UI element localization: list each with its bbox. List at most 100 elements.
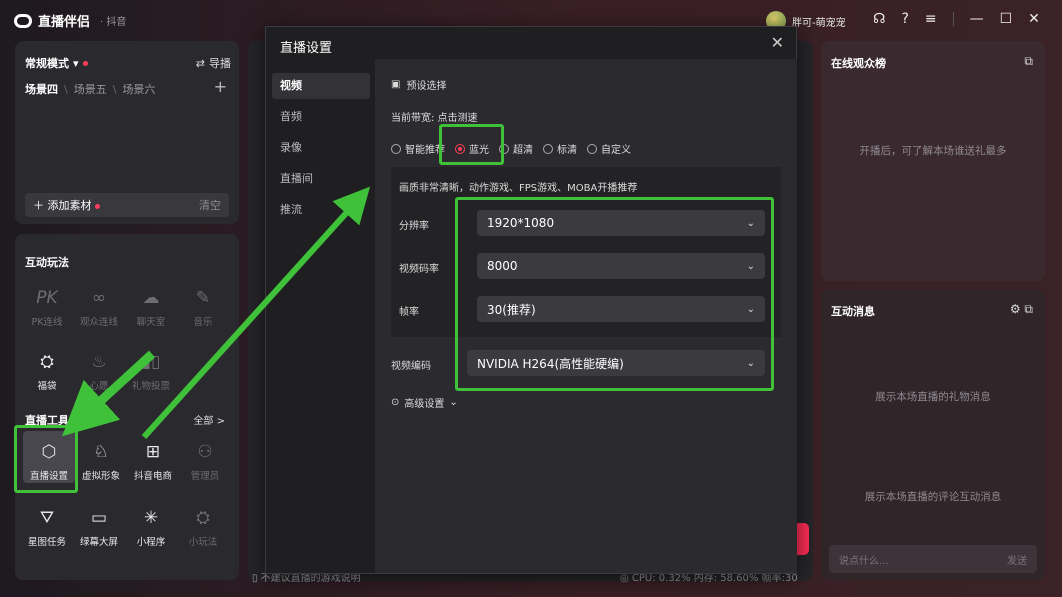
caret-down-icon[interactable]: ▾	[73, 57, 79, 70]
lucky-bag-icon: ⛭	[40, 352, 54, 372]
chevron-down-icon: ⌄	[746, 303, 755, 315]
app-name: 直播伴侣	[38, 15, 91, 30]
add-material-button[interactable]: ＋ 添加素材	[33, 197, 100, 213]
green-screen-button[interactable]: ▭ 绿幕大屏	[73, 506, 125, 548]
resolution-label: 分辨率	[399, 221, 429, 232]
nav-recording[interactable]: 录像	[272, 135, 370, 161]
viewer-rank-title: 在线观众榜	[831, 57, 886, 70]
comment-message-hint: 展示本场直播的评论互动消息	[864, 491, 1002, 503]
resolution-select[interactable]: 1920*1080 ⌄	[477, 210, 765, 236]
avatar-icon: ♘	[93, 442, 109, 462]
interaction-panel: 互动玩法 PK PK连线 ∞ 观众连线 ☁ 聊天室 ✎ 音乐 ⛭ 福袋 ♨ 心愿…	[15, 234, 239, 580]
bitrate-value: 8000	[487, 259, 518, 273]
lucky-bag-button[interactable]: ⛭ 福袋	[21, 350, 73, 392]
quality-option-standard[interactable]: 标清	[543, 141, 577, 156]
scene-tab-4[interactable]: 场景四	[25, 81, 58, 97]
quality-description: 画质非常清晰，动作游戏、FPS游戏、MOBA开播推荐	[399, 183, 638, 194]
nav-audio[interactable]: 音频	[272, 104, 370, 130]
encoder-select[interactable]: NVIDIA H264(高性能硬编) ⌄	[467, 350, 765, 376]
add-material-bar: ＋ 添加素材 清空	[25, 193, 229, 217]
user-name[interactable]: 胖可-萌宠宠	[792, 14, 846, 29]
close-window-icon[interactable]: ✕	[1028, 11, 1040, 27]
admin-icon: ⚇	[197, 442, 213, 462]
video-settings-body: ▣ 预设选择 当前带宽: 点击测速 智能推荐 蓝光 超清 标清 自定义 画质非常…	[375, 59, 797, 573]
chevron-down-icon: ⌄	[746, 217, 755, 229]
messages-panel: 互动消息 ⚙ ⧉ 展示本场直播的礼物消息 展示本场直播的评论互动消息 说点什么.…	[821, 289, 1045, 580]
mini-program-button[interactable]: ✳ 小程序	[125, 506, 177, 548]
link-icon: ∞	[91, 288, 107, 308]
chevron-down-icon: ⌄	[746, 260, 755, 272]
nav-streaming[interactable]: 推流	[272, 197, 370, 223]
quality-detail-panel: 画质非常清晰，动作游戏、FPS游戏、MOBA开播推荐 分辨率 1920*1080…	[391, 167, 781, 337]
logo-icon	[14, 13, 32, 28]
viewer-rank-hint: 开播后，可了解本场谁送礼最多	[859, 145, 1007, 157]
preset-icon: ▣	[391, 79, 401, 90]
help-icon[interactable]: ?	[901, 11, 908, 27]
live-settings-dialog: 直播设置 ✕ 视频 音频 录像 直播间 推流 ▣ 预设选择 当前带宽: 点击测速…	[265, 26, 797, 574]
comment-input[interactable]: 说点什么... 发送	[829, 545, 1037, 573]
pk-button[interactable]: PK PK连线	[21, 286, 73, 328]
close-icon[interactable]: ✕	[771, 33, 784, 52]
quality-option-custom[interactable]: 自定义	[587, 141, 631, 156]
resolution-value: 1920*1080	[487, 216, 555, 230]
bitrate-select[interactable]: 8000 ⌄	[477, 253, 765, 279]
scene-tab-6[interactable]: 场景六	[122, 81, 155, 97]
star-task-icon: ⛛	[39, 508, 55, 528]
divider	[952, 12, 954, 26]
live-settings-button[interactable]: ⬡ 直播设置	[23, 440, 75, 482]
bandwidth-test[interactable]: 当前带宽: 点击测速	[391, 109, 478, 124]
settings-nav: 视频 音频 录像 直播间 推流	[272, 73, 370, 228]
nav-live-room[interactable]: 直播间	[272, 166, 370, 192]
guide-button[interactable]: ⇄ 导播	[196, 55, 231, 71]
music-button[interactable]: ✎ 音乐	[177, 286, 229, 328]
admin-button[interactable]: ⚇ 管理员	[179, 440, 231, 482]
audience-link-button[interactable]: ∞ 观众连线	[73, 286, 125, 328]
message-settings-icon[interactable]: ⚙ ⧉	[1010, 302, 1033, 317]
wish-icon: ♨	[91, 352, 107, 372]
send-button[interactable]: 发送	[1007, 552, 1027, 567]
live-settings-icon: ⬡	[41, 442, 57, 462]
gift-vote-button[interactable]: ▮▯ 礼物投票	[125, 350, 177, 392]
chat-room-button[interactable]: ☁ 聊天室	[125, 286, 177, 328]
headset-icon[interactable]: ☊	[873, 11, 885, 27]
nav-video[interactable]: 视频	[272, 73, 370, 99]
app-logo: 直播伴侣 · 抖音	[14, 11, 126, 30]
dialog-title: 直播设置	[280, 41, 333, 56]
quality-option-ultra[interactable]: 超清	[499, 141, 533, 156]
quality-option-smart[interactable]: 智能推荐	[391, 141, 445, 156]
popout-icon[interactable]: ⧉	[1024, 54, 1033, 69]
minimize-icon[interactable]: —	[970, 11, 984, 27]
encoder-label: 视频编码	[391, 361, 431, 372]
cart-icon: ⊞	[145, 442, 161, 462]
notice-dot	[82, 60, 88, 66]
douyin-shop-button[interactable]: ⊞ 抖音电商	[127, 440, 179, 482]
chevron-down-icon: ⌄	[449, 397, 458, 408]
mode-label[interactable]: 常规模式	[25, 55, 69, 71]
scene-tab-5[interactable]: 场景五	[74, 81, 107, 97]
menu-icon[interactable]: ≡	[925, 11, 937, 27]
maximize-icon[interactable]: ☐	[1000, 11, 1013, 27]
virtual-avatar-button[interactable]: ♘ 虚拟形象	[75, 440, 127, 482]
scene-panel: 常规模式 ▾ ⇄ 导播 场景四 \ 场景五 \ 场景六 + ＋ 添加素材 清空	[15, 41, 239, 224]
gear-icon: ⊙	[391, 397, 400, 408]
mode-selector[interactable]: 常规模式 ▾	[25, 55, 88, 71]
advanced-label: 高级设置	[404, 399, 445, 410]
bitrate-label: 视频码率	[399, 264, 439, 275]
viewer-rank-panel: 在线观众榜 ⧉ 开播后，可了解本场谁送礼最多	[821, 41, 1045, 281]
clear-button[interactable]: 清空	[199, 197, 221, 213]
mini-game-button[interactable]: ⛭ 小玩法	[177, 506, 229, 548]
star-task-button[interactable]: ⛛ 星图任务	[21, 506, 73, 548]
messages-title: 互动消息	[831, 305, 875, 318]
chevron-down-icon: ⌄	[746, 357, 755, 369]
quality-radio-group: 智能推荐 蓝光 超清 标清 自定义	[391, 141, 631, 156]
quality-option-bluray[interactable]: 蓝光	[455, 141, 489, 156]
swap-icon: ⇄	[195, 56, 205, 70]
add-scene-icon[interactable]: +	[214, 77, 227, 96]
wish-button[interactable]: ♨ 心愿	[73, 350, 125, 392]
fps-select[interactable]: 30(推荐) ⌄	[477, 296, 765, 322]
advanced-settings-toggle[interactable]: ⊙ 高级设置 ⌄	[391, 395, 458, 410]
mini-game-icon: ⛭	[196, 508, 210, 528]
all-tools-link[interactable]: 全部 >	[193, 412, 225, 427]
comment-placeholder[interactable]: 说点什么...	[839, 552, 889, 567]
gift-message-hint: 展示本场直播的礼物消息	[875, 391, 991, 403]
